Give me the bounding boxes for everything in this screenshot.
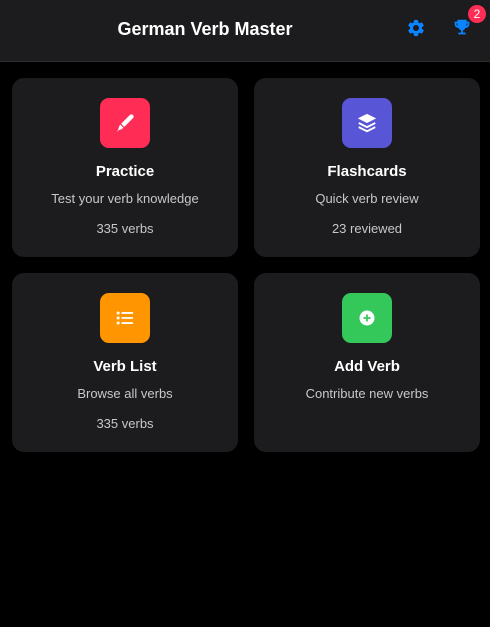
card-title: Add Verb <box>334 358 400 375</box>
notification-badge: 2 <box>468 5 486 23</box>
card-description: Quick verb review <box>315 191 419 206</box>
card-title: Verb List <box>93 358 157 375</box>
practice-card[interactable]: Practice Test your verb knowledge 335 ve… <box>12 78 238 257</box>
pen-icon <box>116 114 134 132</box>
card-stat: 23 reviewed <box>331 221 403 236</box>
card-title: Flashcards <box>327 163 407 180</box>
card-title: Practice <box>95 163 155 180</box>
settings-button[interactable] <box>403 15 429 41</box>
list-icon <box>116 311 134 325</box>
gear-icon <box>408 19 424 36</box>
card-description: Test your verb knowledge <box>51 191 199 206</box>
card-description: Browse all verbs <box>77 386 173 401</box>
plus-circle-icon <box>359 310 375 326</box>
practice-icon-tile <box>100 98 150 148</box>
add-verb-icon-tile <box>342 293 392 343</box>
app-header: German Verb Master 2 <box>0 0 490 62</box>
add-verb-card[interactable]: Add Verb Contribute new verbs <box>254 273 480 452</box>
layers-icon <box>357 113 377 133</box>
card-description: Contribute new verbs <box>305 386 429 401</box>
page-title: German Verb Master <box>117 19 293 39</box>
card-stat: 335 verbs <box>96 221 154 236</box>
verb-list-icon-tile <box>100 293 150 343</box>
flashcards-icon-tile <box>342 98 392 148</box>
card-stat: 335 verbs <box>96 416 154 431</box>
flashcards-card[interactable]: Flashcards Quick verb review 23 reviewed <box>254 78 480 257</box>
verb-list-card[interactable]: Verb List Browse all verbs 335 verbs <box>12 273 238 452</box>
